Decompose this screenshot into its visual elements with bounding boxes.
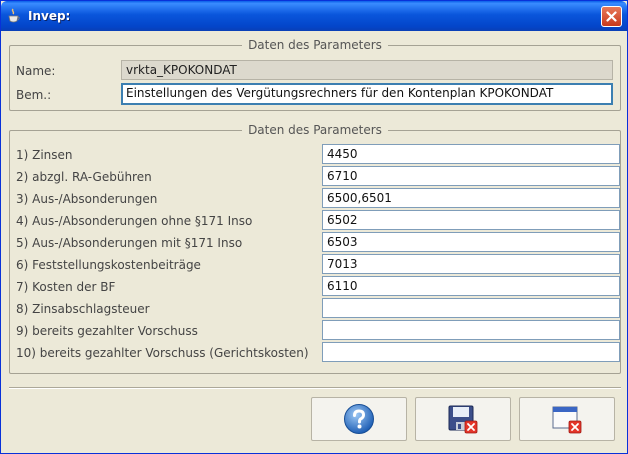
param-input-5[interactable]: 6503 bbox=[322, 232, 620, 252]
title-bar[interactable]: Invep: bbox=[1, 1, 627, 31]
param-label-1: 1) Zinsen bbox=[16, 148, 73, 162]
param-label-6: 6) Feststellungskostenbeiträge bbox=[16, 258, 201, 272]
param-input-4[interactable]: 6502 bbox=[322, 210, 620, 230]
param-label-2: 2) abzgl. RA-Gebühren bbox=[16, 170, 152, 184]
group-title: Daten des Parameters bbox=[242, 38, 388, 52]
java-cup-icon bbox=[8, 8, 20, 23]
param-input-3[interactable]: 6500,6501 bbox=[322, 188, 620, 208]
separator bbox=[9, 387, 621, 389]
param-label-5: 5) Aus-/Absonderungen mit §171 Inso bbox=[16, 236, 243, 250]
param-input-9[interactable] bbox=[322, 320, 620, 340]
help-button[interactable] bbox=[311, 397, 407, 441]
name-field: vrkta_KPOKONDAT bbox=[121, 60, 613, 80]
group-title: Daten des Parameters bbox=[242, 123, 388, 137]
close-icon bbox=[606, 11, 617, 22]
param-input-10[interactable] bbox=[322, 342, 620, 362]
param-input-6[interactable]: 7013 bbox=[322, 254, 620, 274]
bem-label: Bem.: bbox=[16, 88, 52, 102]
bem-input[interactable]: Einstellungen des Vergütungsrechners für… bbox=[121, 83, 613, 105]
close-window-button[interactable] bbox=[601, 6, 622, 27]
param-input-8[interactable] bbox=[322, 298, 620, 318]
param-input-1[interactable]: 4450 bbox=[322, 144, 620, 164]
save-cancel-button[interactable] bbox=[415, 397, 511, 441]
param-label-8: 8) Zinsabschlagsteuer bbox=[16, 302, 150, 316]
param-label-7: 7) Kosten der BF bbox=[16, 280, 116, 294]
param-input-7[interactable]: 6110 bbox=[322, 276, 620, 296]
save-cancel-icon bbox=[448, 405, 478, 434]
param-label-4: 4) Aus-/Absonderungen ohne §171 Inso bbox=[16, 214, 253, 228]
param-input-2[interactable]: 6710 bbox=[322, 166, 620, 186]
window-cancel-icon bbox=[552, 406, 582, 434]
cancel-button[interactable] bbox=[519, 397, 615, 441]
window-title: Invep: bbox=[28, 9, 71, 23]
help-question-icon bbox=[344, 404, 374, 434]
param-label-3: 3) Aus-/Absonderungen bbox=[16, 192, 158, 206]
name-label: Name: bbox=[16, 64, 56, 78]
invep-window: Invep: Daten des Parameters Name: vrkta_… bbox=[0, 0, 628, 454]
param-label-9: 9) bereits gezahlter Vorschuss bbox=[16, 324, 198, 338]
param-label-10: 10) bereits gezahlter Vorschuss (Gericht… bbox=[16, 346, 309, 360]
